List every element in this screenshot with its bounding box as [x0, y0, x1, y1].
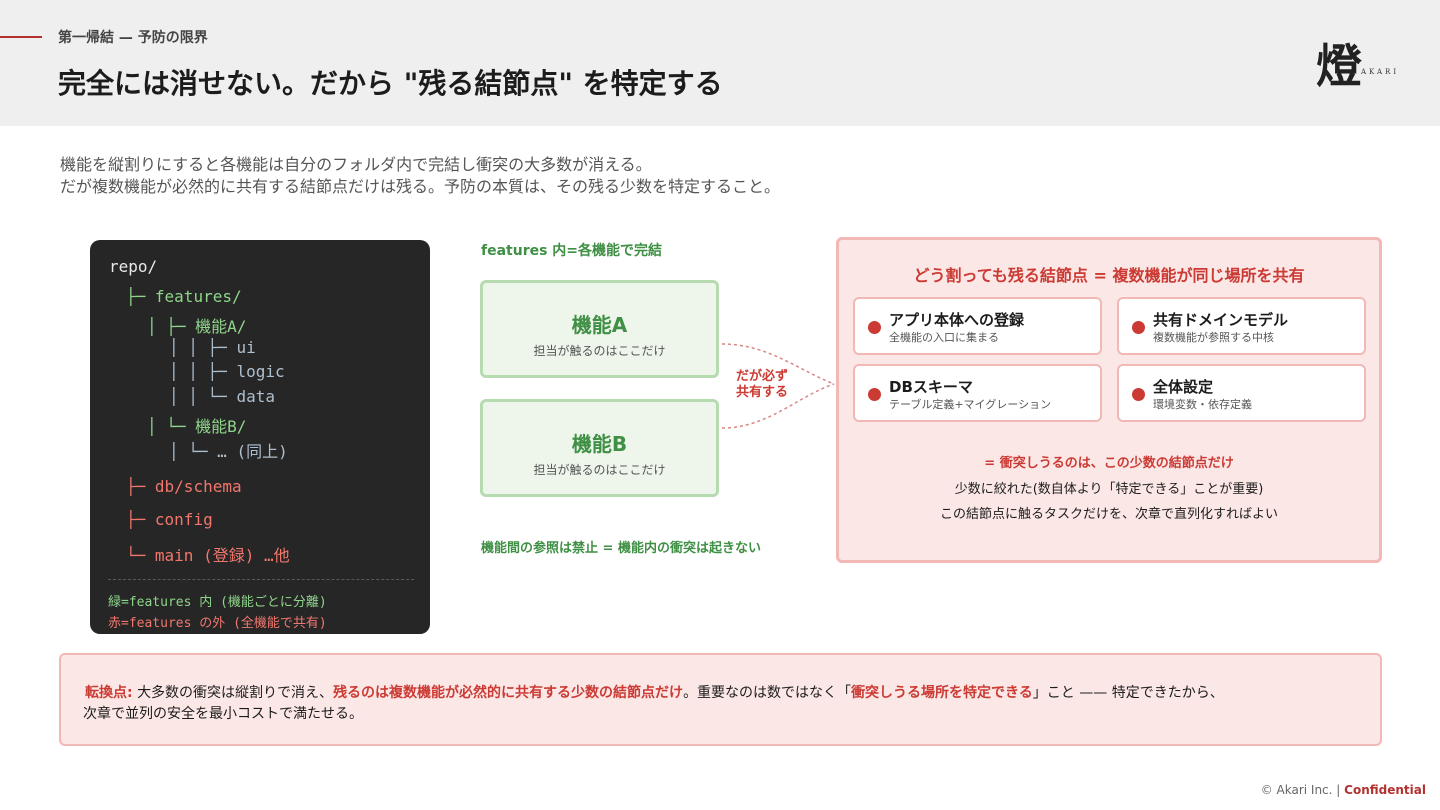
pivot-text: 大多数の衝突は縦割りで消え、 — [137, 685, 334, 701]
pivot-text: 。重要なのは数ではなく「 — [683, 685, 852, 701]
feature-a-sub: 担当が触るのはここだけ — [533, 344, 666, 358]
tree-line: │ │ └─ data — [169, 387, 275, 406]
pivot-label: 転換点: — [85, 685, 133, 701]
bullet-dot-icon — [1132, 321, 1145, 334]
lead-paragraph: 機能を縦割りにすると各機能は自分のフォルダ内で完結し衝突の大多数が消える。 だが… — [60, 154, 780, 198]
features-heading: features 内=各機能で完結 — [481, 243, 663, 259]
connector-label: だが必ず 共有する — [736, 369, 788, 401]
node-card-title: DBスキーマ — [889, 378, 973, 396]
pivot-callout: 転換点: 大多数の衝突は縦割りで消え、残るのは複数機能が必然的に共有する少数の結… — [59, 653, 1382, 746]
tree-line: ├─ db/schema — [126, 477, 242, 496]
tree-line: └─ main (登録) …他 — [126, 546, 290, 565]
akari-logo: 燈 — [1316, 39, 1362, 92]
lead-line-1: 機能を縦割りにすると各機能は自分のフォルダ内で完結し衝突の大多数が消える。 — [60, 155, 652, 174]
feature-b-box: 機能B 担当が触るのはここだけ — [480, 399, 719, 497]
logo-kanji: 燈 — [1316, 39, 1362, 92]
node-card: アプリ本体への登録 全機能の入口に集まる — [853, 297, 1102, 355]
footer: © Akari Inc. | Confidential — [1261, 783, 1426, 797]
node-card-title: アプリ本体への登録 — [889, 311, 1025, 329]
panel-title: どう割っても残る結節点 = 複数機能が同じ場所を共有 — [913, 266, 1305, 285]
node-card: 全体設定 環境変数・依存定義 — [1117, 364, 1366, 422]
features-footer: 機能間の参照は禁止 = 機能内の衝突は起きない — [481, 541, 761, 556]
pivot-line-1: 転換点: 大多数の衝突は縦割りで消え、残るのは複数機能が必然的に共有する少数の結… — [85, 682, 1224, 702]
lead-line-2: だが複数機能が必然的に共有する結節点だけは残る。予防の本質は、その残る少数を特定… — [60, 177, 781, 196]
slide-title: 完全には消せない。だから "残る結節点" を特定する — [58, 67, 723, 100]
connector-label-line-2: 共有する — [736, 385, 789, 400]
node-card-sub: テーブル定義+マイグレーション — [889, 398, 1052, 411]
feature-b-name: 機能B — [571, 432, 628, 456]
panel-note-2: この結節点に触るタスクだけを、次章で直列化すればよい — [939, 507, 1278, 522]
pivot-emphasis: 残るのは複数機能が必然的に共有する少数の結節点だけ — [333, 685, 684, 701]
tree-line: │ │ ├─ ui — [169, 338, 256, 357]
pivot-emphasis: 衝突しうる場所を特定できる — [851, 685, 1033, 701]
pivot-text: 」こと —— 特定できたから、 — [1032, 685, 1224, 701]
panel-note-1: 少数に絞れた(数自体より「特定できる」ことが重要) — [954, 482, 1264, 497]
header-accent-rule — [0, 36, 42, 38]
tree-line: │ └─ 機能B/ — [147, 417, 247, 436]
node-card: 共有ドメインモデル 複数機能が参照する中核 — [1117, 297, 1366, 355]
section-kicker: 第一帰結 — 予防の限界 — [58, 30, 208, 46]
node-card-title: 全体設定 — [1153, 378, 1214, 396]
bullet-dot-icon — [868, 321, 881, 334]
node-card-sub: 環境変数・依存定義 — [1153, 398, 1252, 411]
node-card-title: 共有ドメインモデル — [1153, 311, 1289, 329]
tree-line: ├─ config — [126, 510, 213, 529]
node-card-sub: 複数機能が参照する中核 — [1153, 331, 1274, 344]
feature-a-box: 機能A 担当が触るのはここだけ — [480, 280, 719, 378]
tree-divider — [108, 579, 414, 580]
panel-emphasis: = 衝突しうるのは、この少数の結節点だけ — [984, 456, 1234, 471]
repo-tree-panel: repo/ ├─ features/ │ ├─ 機能A/ │ │ ├─ ui │… — [90, 240, 430, 634]
bullet-dot-icon — [868, 388, 881, 401]
tree-line: repo/ — [109, 257, 158, 276]
remaining-nodes-panel: どう割っても残る結節点 = 複数機能が同じ場所を共有 アプリ本体への登録 全機能… — [836, 237, 1382, 563]
connector-label-line-1: だが必ず — [736, 369, 789, 384]
tree-line: │ └─ … (同上) — [169, 442, 288, 461]
feature-b-sub: 担当が触るのはここだけ — [533, 463, 666, 477]
node-card: DBスキーマ テーブル定義+マイグレーション — [853, 364, 1102, 422]
copyright: © Akari Inc. | — [1260, 783, 1341, 797]
tree-line: │ │ ├─ logic — [169, 362, 285, 381]
bullet-dot-icon — [1132, 388, 1145, 401]
tree-line: │ ├─ 機能A/ — [147, 317, 247, 336]
node-card-sub: 全機能の入口に集まる — [889, 331, 999, 344]
tree-legend-green: 緑=features 内 (機能ごとに分離) — [108, 595, 327, 610]
confidential-label: Confidential — [1344, 783, 1426, 797]
logo-wordmark: AKARI — [1361, 68, 1400, 76]
feature-a-name: 機能A — [571, 313, 628, 337]
pivot-line-2: 次章で並列の安全を最小コストで満たせる。 — [83, 706, 363, 722]
tree-line: ├─ features/ — [126, 287, 242, 306]
tree-legend-red: 赤=features の外 (全機能で共有) — [108, 616, 327, 631]
slide-header: 第一帰結 — 予防の限界 完全には消せない。だから "残る結節点" を特定する … — [0, 0, 1440, 126]
